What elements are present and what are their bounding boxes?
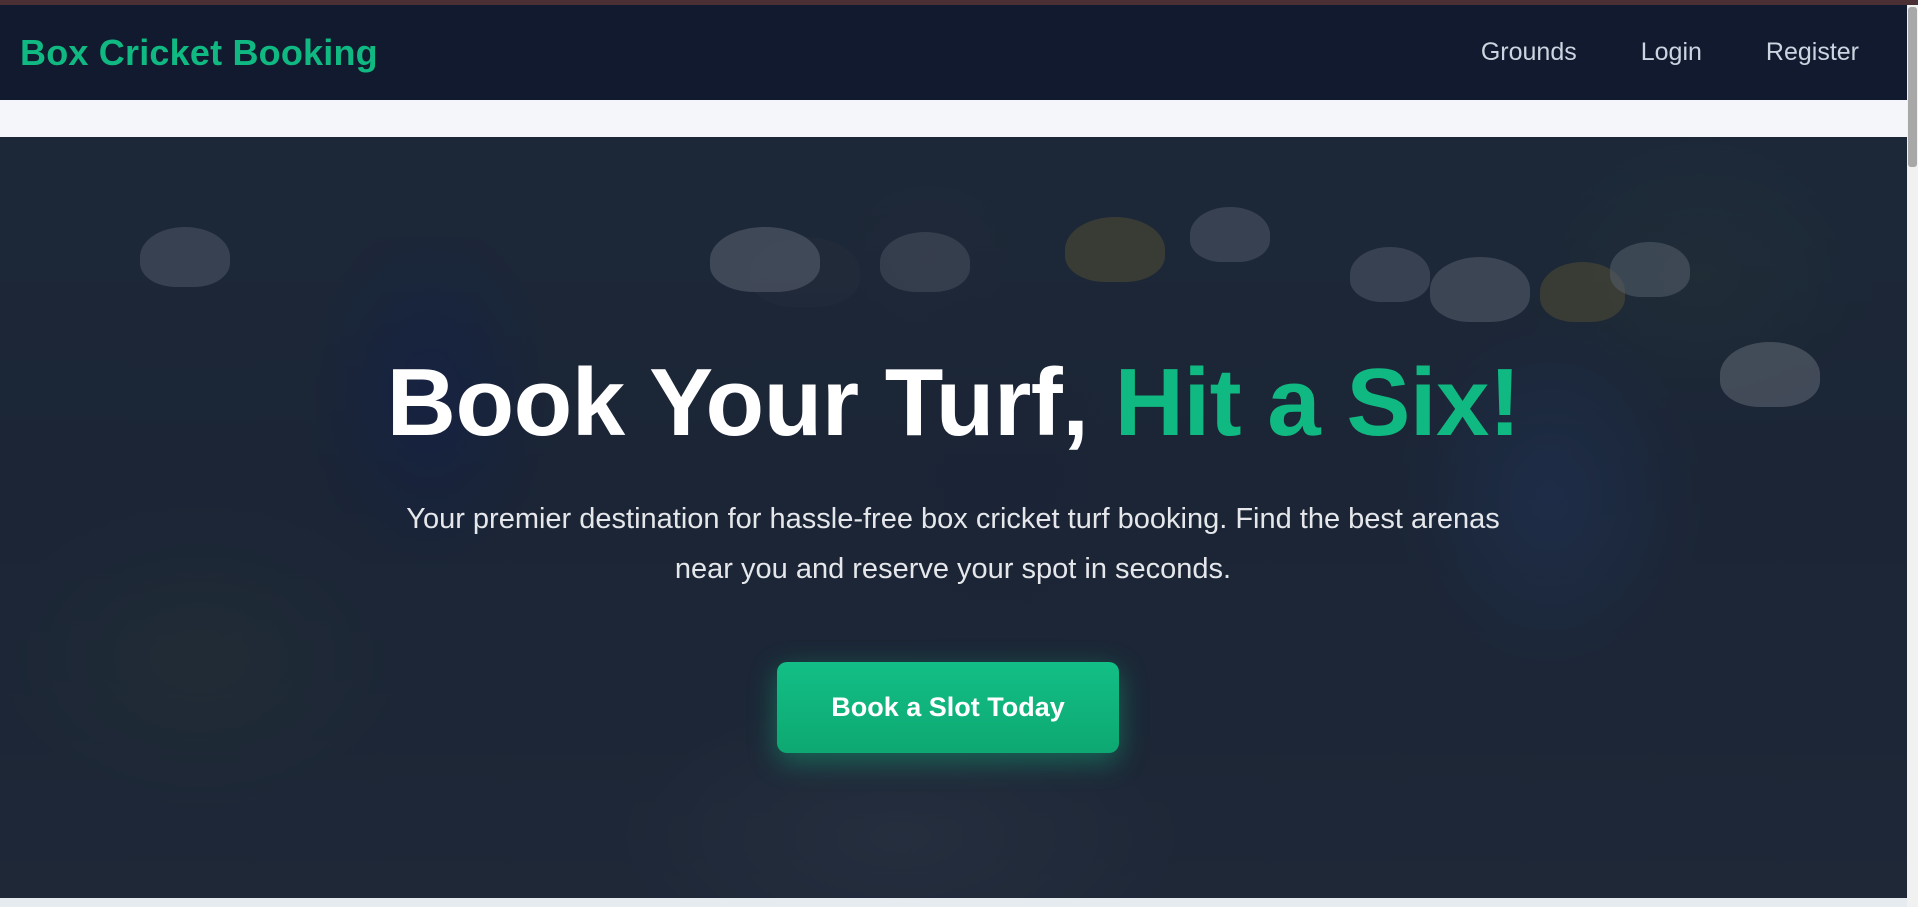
hero-title: Book Your Turf, Hit a Six! (0, 355, 1907, 451)
hero-subtitle: Your premier destination for hassle-free… (406, 503, 1500, 585)
brand-logo[interactable]: Box Cricket Booking (20, 32, 378, 74)
hero-title-main: Book Your Turf, (386, 349, 1115, 456)
book-slot-button[interactable]: Book a Slot Today (777, 662, 1119, 753)
spacer-band (0, 100, 1907, 137)
navbar: Box Cricket Booking Grounds Login Regist… (0, 5, 1907, 100)
bottom-band (0, 898, 1907, 907)
nav-links: Grounds Login Register (1417, 38, 1887, 67)
page-scrollbar[interactable] (1907, 5, 1918, 907)
hero-section: Book Your Turf, Hit a Six! Your premier … (0, 137, 1907, 898)
nav-link-register[interactable]: Register (1766, 38, 1859, 67)
nav-link-grounds[interactable]: Grounds (1481, 38, 1577, 67)
hero-content: Book Your Turf, Hit a Six! Your premier … (0, 137, 1907, 898)
nav-link-login[interactable]: Login (1641, 38, 1702, 67)
hero-title-accent: Hit a Six! (1114, 349, 1521, 456)
scrollbar-thumb[interactable] (1908, 7, 1917, 167)
